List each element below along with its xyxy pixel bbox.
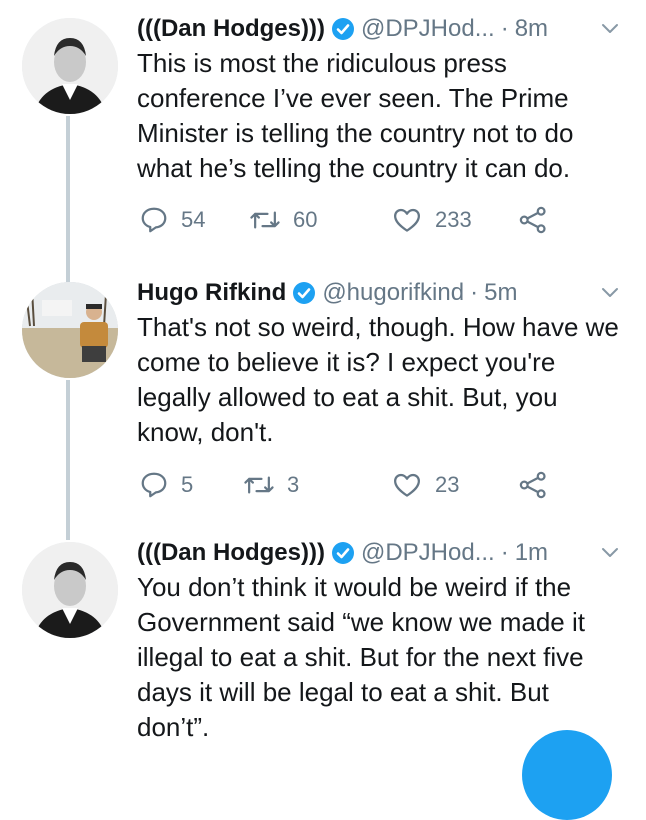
tweet-text: That's not so weird, though. How have we… [137,312,619,447]
avatar[interactable] [22,18,118,114]
retweet-button[interactable]: 3 [243,470,299,500]
tweet-text: This is most the ridiculous press confer… [137,48,574,183]
tweet-header: (((Dan Hodges))) @DPJHod... · 1m [137,538,622,568]
author-handle[interactable]: @hugorifkind [322,278,464,308]
reply-count: 54 [181,207,206,232]
reply-icon [141,207,167,233]
timestamp[interactable]: 1m [515,538,548,568]
tweet-actions: 54 60 233 [137,205,557,245]
retweet-button[interactable]: 60 [249,205,317,235]
author-name[interactable]: (((Dan Hodges))) [137,14,325,44]
reply-button[interactable]: 54 [139,205,205,235]
tweet-header: Hugo Rifkind @hugorifkind · 5m [137,278,622,308]
separator-dot: · [470,279,479,306]
like-button[interactable]: 233 [391,205,472,235]
like-icon [394,473,420,497]
retweet-icon [244,476,274,494]
reply-count: 5 [181,472,194,497]
verified-badge-icon [331,18,354,40]
reply-button[interactable]: 5 [139,470,193,500]
author-handle[interactable]: @DPJHod... [361,14,495,44]
share-button[interactable] [518,470,548,500]
chevron-down-icon[interactable] [598,16,622,40]
retweet-count: 3 [287,472,300,497]
retweet-icon [250,211,280,229]
verified-badge-icon [293,282,316,304]
like-icon [394,208,420,232]
tweet-actions: 5 3 23 [137,470,557,510]
separator-dot: · [500,539,509,566]
retweet-count: 60 [293,207,318,232]
tweet-2[interactable]: Hugo Rifkind @hugorifkind · 5m That's no… [0,270,646,530]
separator-dot: · [500,15,509,42]
tweet-3[interactable]: (((Dan Hodges))) @DPJHod... · 1m You don… [0,530,646,750]
like-count: 23 [435,472,460,497]
tweet-1[interactable]: (((Dan Hodges))) @DPJHod... · 8m This is… [0,0,646,270]
avatar[interactable] [22,282,118,378]
chevron-down-icon[interactable] [598,540,622,564]
author-handle[interactable]: @DPJHod... [361,538,495,568]
author-name[interactable]: Hugo Rifkind [137,278,286,308]
like-count: 233 [435,207,472,232]
tweet-text: You don’t think it would be weird if the… [137,572,585,742]
verified-badge-icon [331,542,354,564]
chevron-down-icon[interactable] [598,280,622,304]
share-icon [519,206,546,234]
share-button[interactable] [518,205,548,235]
avatar[interactable] [22,542,118,638]
timestamp[interactable]: 5m [484,278,517,308]
tweet-header: (((Dan Hodges))) @DPJHod... · 8m [137,14,622,44]
reply-icon [141,472,167,498]
like-button[interactable]: 23 [391,470,459,500]
share-icon [519,471,546,499]
compose-fab-button[interactable] [522,730,612,820]
author-name[interactable]: (((Dan Hodges))) [137,538,325,568]
timestamp[interactable]: 8m [515,14,548,44]
